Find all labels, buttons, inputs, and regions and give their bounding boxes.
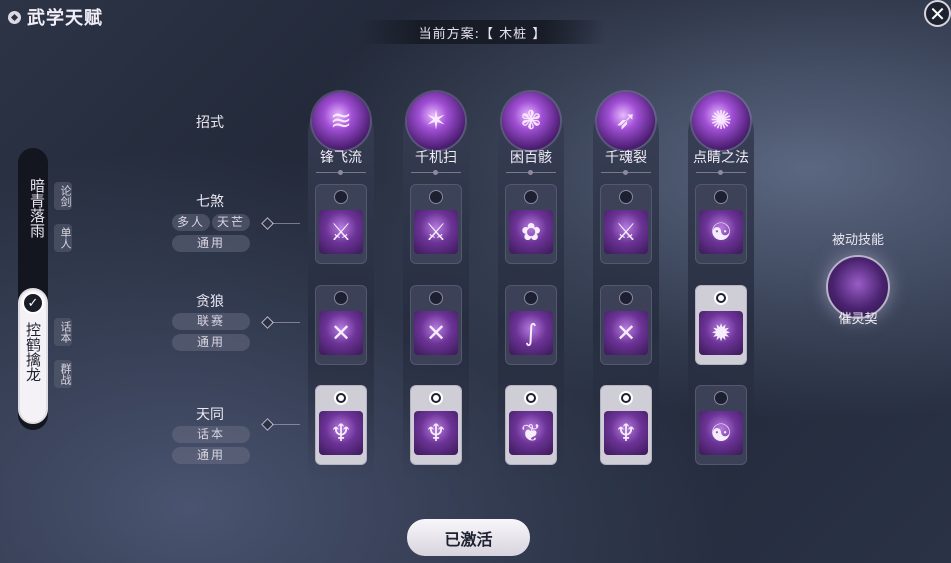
talent-card[interactable]: ✿ [505,184,557,264]
talent-card[interactable]: ☯ [695,385,747,465]
sword-emblem-icon: ⚔ [319,210,363,254]
skill-qianjisao-name: 千机扫 [415,150,457,166]
tag-tongyong-2: 通用 [172,334,250,351]
tag-tongyong-3: 通用 [172,447,250,464]
row-tanlang-connector [272,322,300,323]
radio[interactable] [524,190,538,204]
close-button[interactable]: ✕ [924,0,951,27]
radio[interactable] [429,291,443,305]
sword-emblem-icon: ⚔ [604,210,648,254]
divider-dot [623,170,628,175]
spiral-vortex-icon: ✹ [699,311,743,355]
martial-logo-icon [8,10,21,24]
header: 武学天赋 [8,5,103,29]
activated-button[interactable]: 已激活 [407,519,530,556]
radio[interactable] [619,291,633,305]
skill-qianjisao-icon[interactable]: ✶ [407,92,465,150]
set-konghe-qinlong-label: 控鹤擒龙 [24,322,42,382]
checkmark-icon: ✓ [22,292,44,314]
tag-qunzhan: 群战 [54,360,72,388]
divider-dot [338,170,343,175]
radio-selected[interactable] [524,391,538,405]
skill-kunbaihai-name: 困百骸 [510,150,552,166]
row-tiantong-label: 天同 [196,407,224,423]
skill-fengfeiliu-name: 锋飞流 [320,150,362,166]
tag-lunjian: 论剑 [54,182,72,210]
tag-danren: 单人 [54,224,72,252]
tag-duoren: 多人 [172,214,210,231]
smoke-swirl-icon: ∫ [509,311,553,355]
talent-card-selected[interactable]: ♆ [410,385,462,465]
talent-card[interactable]: ✕ [410,285,462,365]
radio[interactable] [714,190,728,204]
divider-dot [433,170,438,175]
crossed-blade-icon: ✕ [604,311,648,355]
radio-selected[interactable] [334,391,348,405]
tag-huaben-row: 话本 [172,426,250,443]
divider-dot [718,170,723,175]
skill-fengfeiliu-icon[interactable]: ≋ [312,92,370,150]
radio[interactable] [524,291,538,305]
skill-kunbaihai-icon[interactable]: ❃ [502,92,560,150]
set-anqing-luoyu[interactable]: 暗青落雨 [18,178,48,238]
sword-emblem-icon: ⚔ [414,210,458,254]
tag-tongyong-1: 通用 [172,235,250,252]
radio-selected[interactable] [714,291,728,305]
wing-sword-icon: ♆ [319,411,363,455]
talent-card[interactable]: ⚔ [315,184,367,264]
talent-card-selected[interactable]: ✹ [695,285,747,365]
radio[interactable] [334,190,348,204]
tag-tianmang: 天芒 [212,214,250,231]
skill-qianhunlie-name: 千魂裂 [605,150,647,166]
page-title: 武学天赋 [27,8,103,29]
talent-card[interactable]: ✕ [600,285,652,365]
talent-card[interactable]: ⚔ [410,184,462,264]
talent-card-selected[interactable]: ❦ [505,385,557,465]
talent-card-selected[interactable]: ♆ [315,385,367,465]
talent-card[interactable]: ⚔ [600,184,652,264]
wing-sword-icon: ♆ [604,411,648,455]
tag-liansai: 联赛 [172,313,250,330]
crossed-blade-icon: ✕ [414,311,458,355]
crossed-blade-icon: ✕ [319,311,363,355]
talent-card[interactable]: ✕ [315,285,367,365]
set-konghe-qinlong[interactable]: ✓ 控鹤擒龙 [18,288,48,424]
divider-dot [528,170,533,175]
tag-huaben: 话本 [54,318,72,346]
row-qisha-connector [272,223,300,224]
passive-skill-name: 催灵契 [838,312,878,327]
skill-dianjingzhifa-icon[interactable]: ✺ [692,92,750,150]
row-tiantong-connector [272,424,300,425]
skill-dianjingzhifa-name: 点睛之法 [693,150,749,166]
current-scheme[interactable]: 当前方案:【 木桩 】 [360,20,605,44]
talent-card[interactable]: ∫ [505,285,557,365]
radio-selected[interactable] [429,391,443,405]
lotus-icon: ✿ [509,210,553,254]
passive-skill-label: 被动技能 [831,233,884,248]
radio[interactable] [429,190,443,204]
skill-qianhunlie-icon[interactable]: ➶ [597,92,655,150]
leaf-swirl-icon: ❦ [509,411,553,455]
radio[interactable] [714,391,728,405]
row-tanlang-label: 贪狼 [196,294,224,310]
radio[interactable] [334,291,348,305]
yin-yang-icon: ☯ [699,210,743,254]
taiji-ring-icon: ☯ [699,411,743,455]
row-qisha-label: 七煞 [196,194,224,210]
talent-card[interactable]: ☯ [695,184,747,264]
talent-card-selected[interactable]: ♆ [600,385,652,465]
wing-sword-icon: ♆ [414,411,458,455]
radio[interactable] [619,190,633,204]
radio-selected[interactable] [619,391,633,405]
moves-header: 招式 [196,115,224,131]
